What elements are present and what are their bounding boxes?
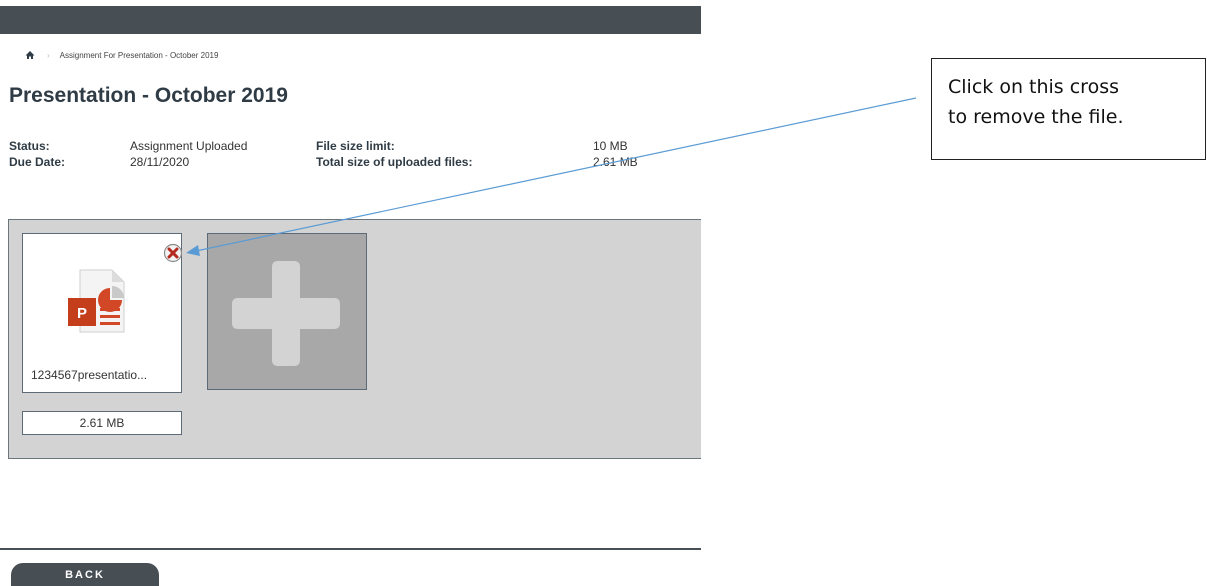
file-name: 1234567presentatio...: [31, 368, 148, 382]
top-bar: [0, 6, 701, 34]
due-date-value: 28/11/2020: [130, 155, 190, 169]
breadcrumb-separator: ›: [47, 50, 50, 60]
file-size-limit-value: 10 MB: [593, 139, 628, 153]
remove-file-icon[interactable]: [163, 243, 183, 263]
breadcrumb-current: Assignment For Presentation - October 20…: [59, 50, 219, 60]
svg-text:P: P: [77, 305, 87, 322]
status-label: Status:: [9, 139, 50, 153]
callout-box: Click on this cross to remove the file.: [931, 58, 1206, 160]
file-size-limit-label: File size limit:: [316, 139, 395, 153]
callout-line-1: Click on this cross: [948, 76, 1119, 98]
due-date-label: Due Date:: [9, 155, 66, 169]
powerpoint-file-icon: P: [68, 269, 125, 333]
footer-divider: [0, 548, 701, 550]
breadcrumb: › Assignment For Presentation - October …: [25, 48, 218, 62]
total-size-value: 2.61 MB: [593, 155, 638, 169]
total-size-label: Total size of uploaded files:: [316, 155, 473, 169]
file-size: 2.61 MB: [22, 411, 182, 435]
home-icon[interactable]: [25, 50, 35, 60]
status-value: Assignment Uploaded: [130, 139, 248, 153]
page-title: Presentation - October 2019: [9, 84, 288, 107]
back-button[interactable]: BACK: [11, 563, 159, 586]
callout-line-2: to remove the file.: [948, 106, 1124, 128]
plus-icon: [232, 261, 340, 366]
